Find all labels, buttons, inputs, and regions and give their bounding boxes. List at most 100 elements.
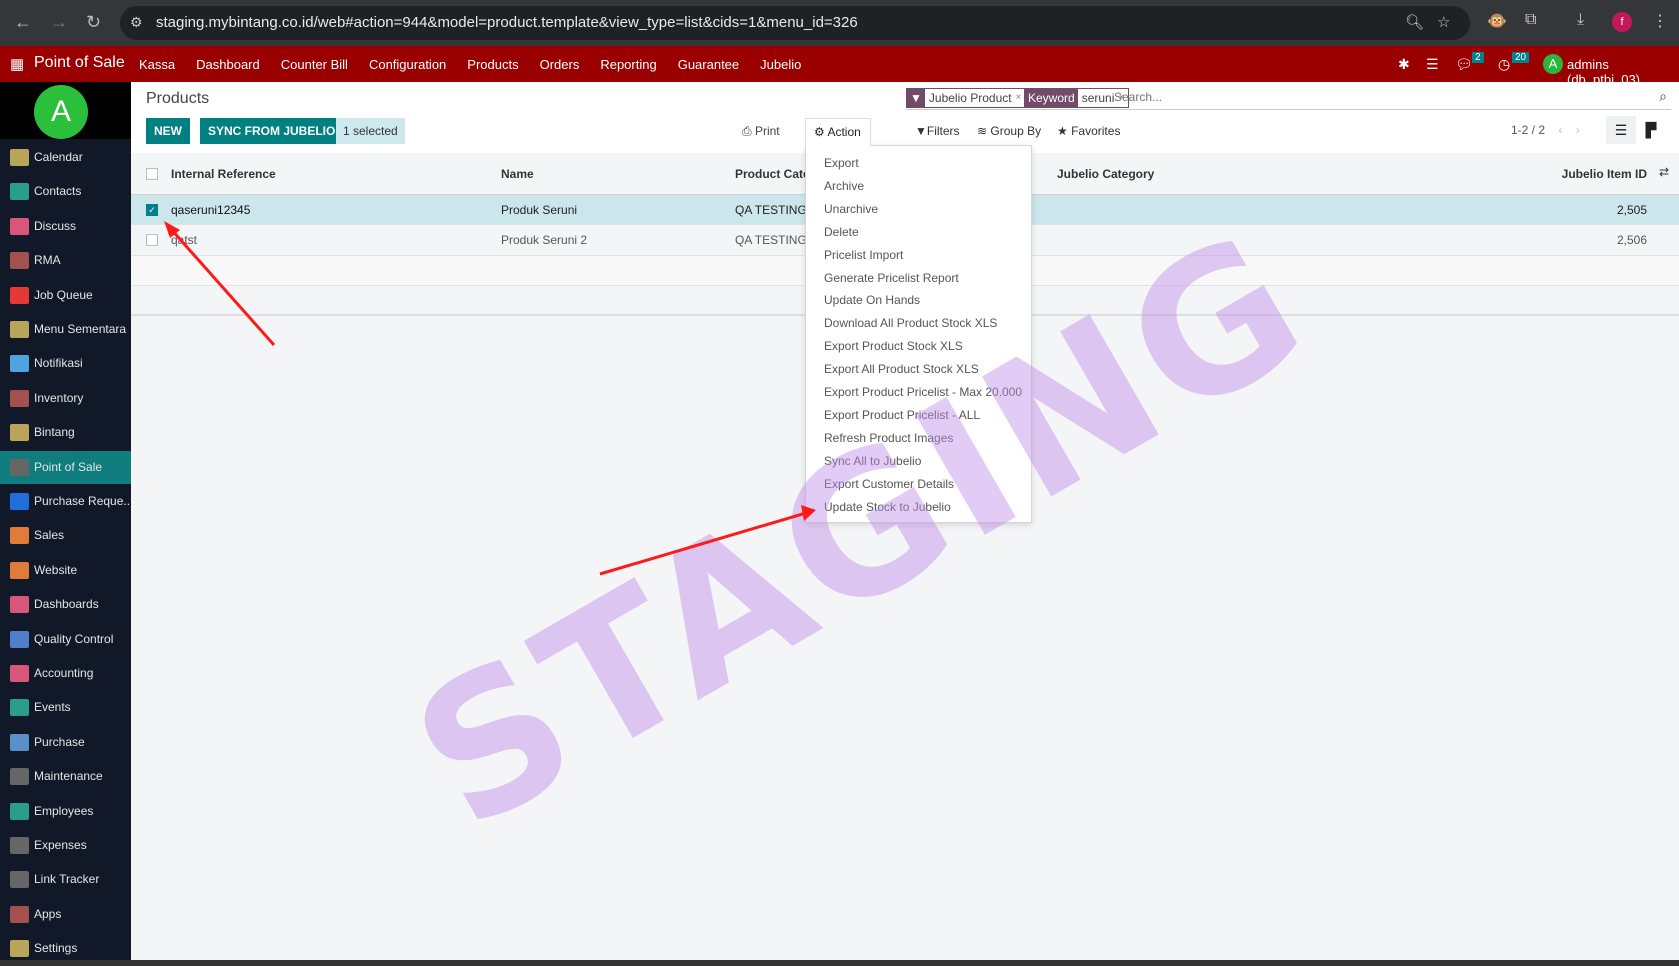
sidebar-item-job-queue[interactable]: Job Queue bbox=[0, 279, 131, 312]
sidebar-item-dashboards[interactable]: Dashboards bbox=[0, 588, 131, 621]
menu-orders[interactable]: Orders bbox=[540, 57, 580, 72]
action-item-export-all-product-stock-xls[interactable]: Export All Product Stock XLS bbox=[824, 362, 979, 376]
action-item-pricelist-import[interactable]: Pricelist Import bbox=[824, 248, 903, 262]
menu-jubelio[interactable]: Jubelio bbox=[760, 57, 801, 72]
action-item-unarchive[interactable]: Unarchive bbox=[824, 202, 878, 216]
sidebar-item-link-tracker[interactable]: Link Tracker bbox=[0, 863, 131, 896]
menu-guarantee[interactable]: Guarantee bbox=[678, 57, 739, 72]
app-name[interactable]: Point of Sale bbox=[34, 54, 125, 72]
forward-icon[interactable]: → bbox=[50, 12, 68, 33]
sidebar-item-purchase[interactable]: Purchase bbox=[0, 726, 131, 759]
sidebar-item-inventory[interactable]: Inventory bbox=[0, 382, 131, 415]
user-avatar[interactable]: A bbox=[1543, 54, 1563, 74]
cell-item-id: 2,506 bbox=[1616, 233, 1647, 247]
filters-button[interactable]: ▼Filters bbox=[915, 124, 960, 138]
col-name[interactable]: Name bbox=[501, 167, 534, 181]
col-jubelio-item-id[interactable]: Jubelio Item ID bbox=[1562, 167, 1647, 181]
action-item-refresh-product-images[interactable]: Refresh Product Images bbox=[824, 431, 953, 445]
sidebar-item-contacts[interactable]: Contacts bbox=[0, 175, 131, 208]
extensions-icon[interactable]: ⧉ bbox=[1525, 11, 1536, 29]
action-item-export-product-stock-xls[interactable]: Export Product Stock XLS bbox=[824, 339, 963, 353]
col-jubelio-category[interactable]: Jubelio Category bbox=[1057, 167, 1154, 181]
sidebar-avatar[interactable]: A bbox=[34, 85, 88, 139]
action-item-sync-all-to-jubelio[interactable]: Sync All to Jubelio bbox=[824, 454, 921, 468]
action-item-archive[interactable]: Archive bbox=[824, 179, 864, 193]
sidebar-item-bintang[interactable]: Bintang bbox=[0, 416, 131, 449]
apps-grid-icon[interactable]: ▦ bbox=[10, 55, 24, 73]
favorites-button[interactable]: ★ Favorites bbox=[1057, 124, 1120, 138]
sidebar-item-accounting[interactable]: Accounting bbox=[0, 657, 131, 690]
menu-kassa[interactable]: Kassa bbox=[139, 57, 175, 72]
sidebar-item-events[interactable]: Events bbox=[0, 691, 131, 724]
sidebar-item-maintenance[interactable]: Maintenance bbox=[0, 760, 131, 793]
sidebar-item-calendar[interactable]: Calendar bbox=[0, 141, 131, 174]
action-item-generate-pricelist-report[interactable]: Generate Pricelist Report bbox=[824, 271, 959, 285]
next-page-icon[interactable]: › bbox=[1576, 123, 1580, 137]
action-item-delete[interactable]: Delete bbox=[824, 225, 859, 239]
pager[interactable]: 1-2 / 2 ‹ › bbox=[1511, 123, 1580, 137]
print-button[interactable]: ⎙ Print bbox=[742, 124, 780, 139]
col-internal-reference[interactable]: Internal Reference bbox=[171, 167, 276, 181]
menu-counter-bill[interactable]: Counter Bill bbox=[281, 57, 348, 72]
menu-products[interactable]: Products bbox=[467, 57, 518, 72]
sidebar-item-apps[interactable]: Apps bbox=[0, 898, 131, 931]
action-item-update-on-hands[interactable]: Update On Hands bbox=[824, 293, 920, 307]
action-button[interactable]: ⚙ Action bbox=[805, 118, 871, 146]
site-settings-icon[interactable]: ⚙ bbox=[130, 14, 143, 31]
sidebar-item-discuss[interactable]: Discuss bbox=[0, 210, 131, 243]
url-text[interactable]: staging.mybintang.co.id/web#action=944&m… bbox=[156, 14, 858, 31]
menu-dashboard[interactable]: Dashboard bbox=[196, 57, 260, 72]
pager-value[interactable]: 1-2 / 2 bbox=[1511, 123, 1545, 137]
page-title[interactable]: Products bbox=[146, 90, 209, 108]
sidebar-item-employees[interactable]: Employees bbox=[0, 795, 131, 828]
search-input[interactable] bbox=[1114, 90, 1564, 104]
browser-menu-icon[interactable]: ⋮ bbox=[1652, 11, 1668, 31]
sidebar-item-notifikasi[interactable]: Notifikasi bbox=[0, 347, 131, 380]
row-checkbox[interactable]: ✓ bbox=[146, 204, 158, 216]
sidebar-item-purchase-reque[interactable]: Purchase Reque... bbox=[0, 485, 133, 518]
bookmark-star-icon[interactable]: ☆ bbox=[1437, 13, 1450, 31]
sidebar-item-quality-control[interactable]: Quality Control bbox=[0, 623, 131, 656]
kanban-view-icon[interactable]: ▛ bbox=[1636, 116, 1666, 144]
sidebar-item-menu-sementara[interactable]: Menu Sementara bbox=[0, 313, 131, 346]
col-product-category[interactable]: Product Cate bbox=[735, 167, 810, 181]
facet-jubelio-product[interactable]: ▼ Jubelio Product × bbox=[906, 88, 1027, 108]
download-icon[interactable]: ⤓ bbox=[1577, 11, 1584, 29]
sidebar-item-rma[interactable]: RMA bbox=[0, 244, 131, 277]
action-item-export[interactable]: Export bbox=[824, 156, 859, 170]
optional-columns-icon[interactable]: ⇄ bbox=[1659, 165, 1669, 179]
group-by-button[interactable]: ≋ Group By bbox=[977, 124, 1041, 138]
debug-bug-icon[interactable]: ✱ bbox=[1398, 56, 1410, 73]
list-icon[interactable]: ☰ bbox=[1426, 56, 1439, 73]
app-icon bbox=[10, 699, 29, 717]
address-bar[interactable]: ⚙ staging.mybintang.co.id/web#action=944… bbox=[120, 6, 1470, 40]
back-icon[interactable]: ← bbox=[14, 12, 32, 33]
sidebar-item-sales[interactable]: Sales bbox=[0, 519, 131, 552]
action-item-export-product-pricelist-all[interactable]: Export Product Pricelist - ALL bbox=[824, 408, 980, 422]
profile-avatar[interactable]: f bbox=[1612, 12, 1632, 32]
reload-icon[interactable]: ↻ bbox=[86, 12, 101, 33]
menu-reporting[interactable]: Reporting bbox=[600, 57, 656, 72]
sync-from-jubelio-button[interactable]: SYNC FROM JUBELIO bbox=[200, 118, 344, 144]
extension-monkey-icon[interactable]: 🐵 bbox=[1487, 11, 1507, 31]
select-all-checkbox[interactable] bbox=[146, 168, 158, 180]
action-item-download-all-product-stock-xls[interactable]: Download All Product Stock XLS bbox=[824, 316, 997, 330]
app-icon bbox=[10, 217, 29, 235]
row-checkbox[interactable] bbox=[146, 234, 158, 246]
new-button[interactable]: NEW bbox=[146, 118, 190, 144]
zoom-icon[interactable]: 🔍︎ bbox=[1405, 13, 1424, 31]
sidebar-item-point-of-sale[interactable]: Point of Sale bbox=[0, 450, 131, 484]
action-item-update-stock-to-jubelio[interactable]: Update Stock to Jubelio bbox=[824, 500, 951, 514]
prev-page-icon[interactable]: ‹ bbox=[1558, 123, 1562, 137]
menu-configuration[interactable]: Configuration bbox=[369, 57, 446, 72]
action-item-export-customer-details[interactable]: Export Customer Details bbox=[824, 477, 954, 491]
sidebar: A Calendar Contacts Discuss RMA Job Queue Men… bbox=[0, 82, 133, 960]
messages-icon[interactable]: 💬︎ bbox=[1455, 56, 1473, 73]
app-icon bbox=[10, 458, 29, 476]
search-icon[interactable]: ⌕ bbox=[1659, 88, 1667, 105]
list-view-icon[interactable]: ☰ bbox=[1606, 116, 1636, 144]
action-item-export-product-pricelist-max-20-000[interactable]: Export Product Pricelist - Max 20.000 bbox=[824, 385, 1022, 399]
activities-clock-icon[interactable]: ◷ bbox=[1498, 56, 1510, 73]
sidebar-item-website[interactable]: Website bbox=[0, 554, 131, 587]
sidebar-item-expenses[interactable]: Expenses bbox=[0, 829, 131, 862]
